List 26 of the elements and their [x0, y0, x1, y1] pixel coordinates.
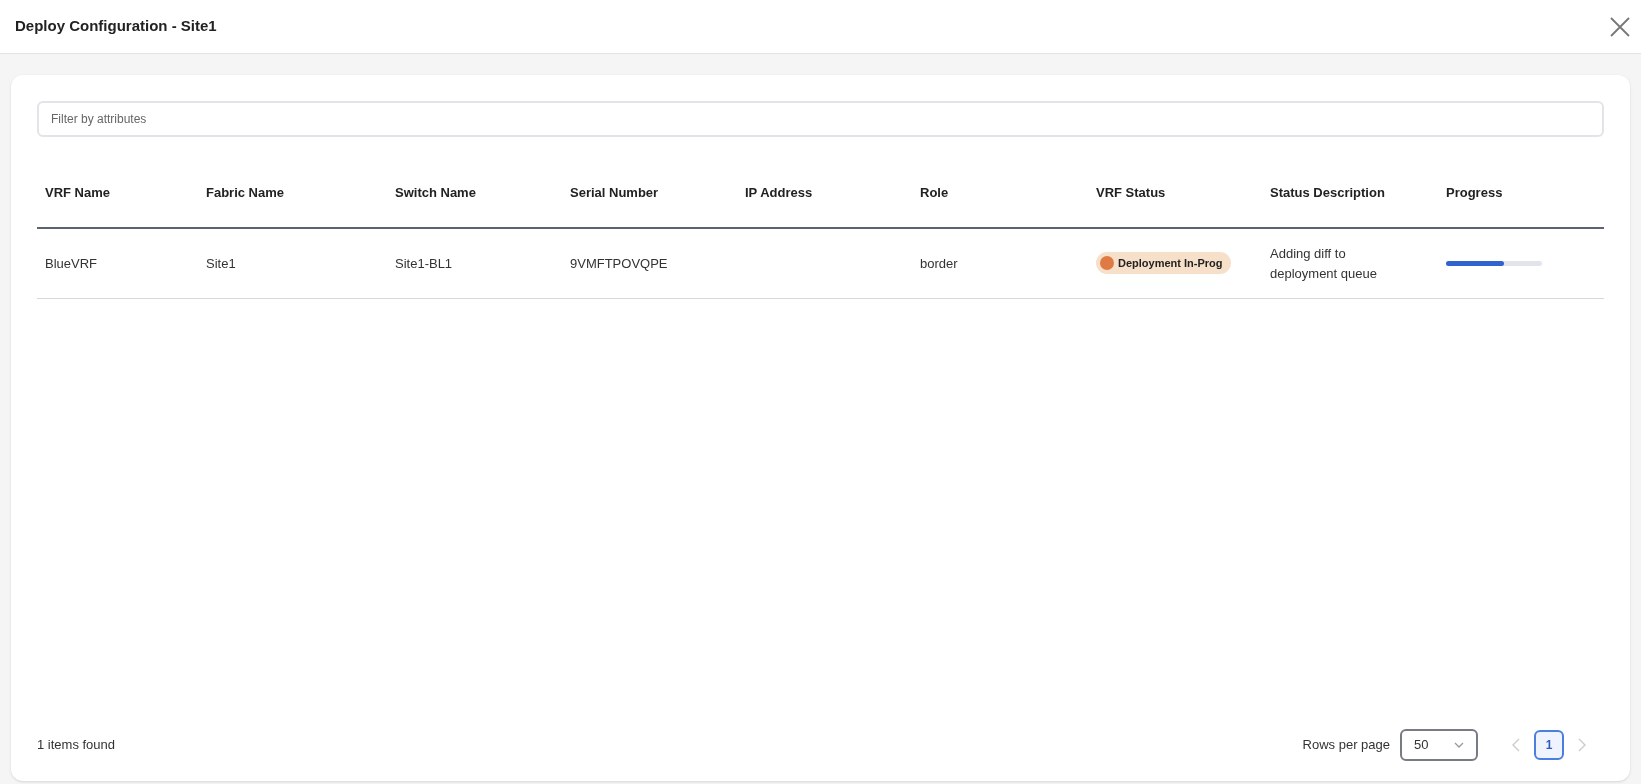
column-header: VRF Name [45, 184, 112, 203]
rows-per-page-select[interactable]: 50 [1400, 729, 1478, 761]
chevron-down-icon [1454, 742, 1464, 748]
table-cell-text: border [920, 254, 959, 273]
table-cell-text: Site1 [206, 254, 237, 273]
rows-per-page-label: Rows per page [1302, 736, 1390, 755]
column-header: Switch Name [395, 184, 477, 203]
table-cell-text: 9VMFTPOVQPE [570, 254, 669, 273]
status-badge: Deployment In-Prog [1096, 251, 1231, 275]
column-header: VRF Status [1096, 184, 1167, 203]
column-header: Serial Number [570, 184, 660, 203]
close-icon [1609, 15, 1631, 38]
column-header: IP Address [745, 184, 814, 203]
table-cell-text: Site1-BL1 [395, 254, 454, 273]
column-header: Role [920, 184, 950, 203]
table-cell-text: Adding diff to deployment queue [1270, 244, 1378, 283]
filter-field[interactable]: Filter by attributes [37, 101, 1604, 137]
dialog-title: Deploy Configuration - Site1 [15, 16, 217, 37]
chevron-right-icon [1578, 738, 1586, 752]
column-header: Progress [1446, 184, 1504, 203]
items-count: 1 items found [37, 736, 116, 755]
column-header: Status Description [1270, 184, 1386, 203]
page-button[interactable]: 1 [1534, 730, 1564, 760]
chevron-left-icon [1512, 738, 1520, 752]
column-header: Fabric Name [206, 184, 286, 203]
table-cell-text: BlueVRF [45, 254, 99, 273]
